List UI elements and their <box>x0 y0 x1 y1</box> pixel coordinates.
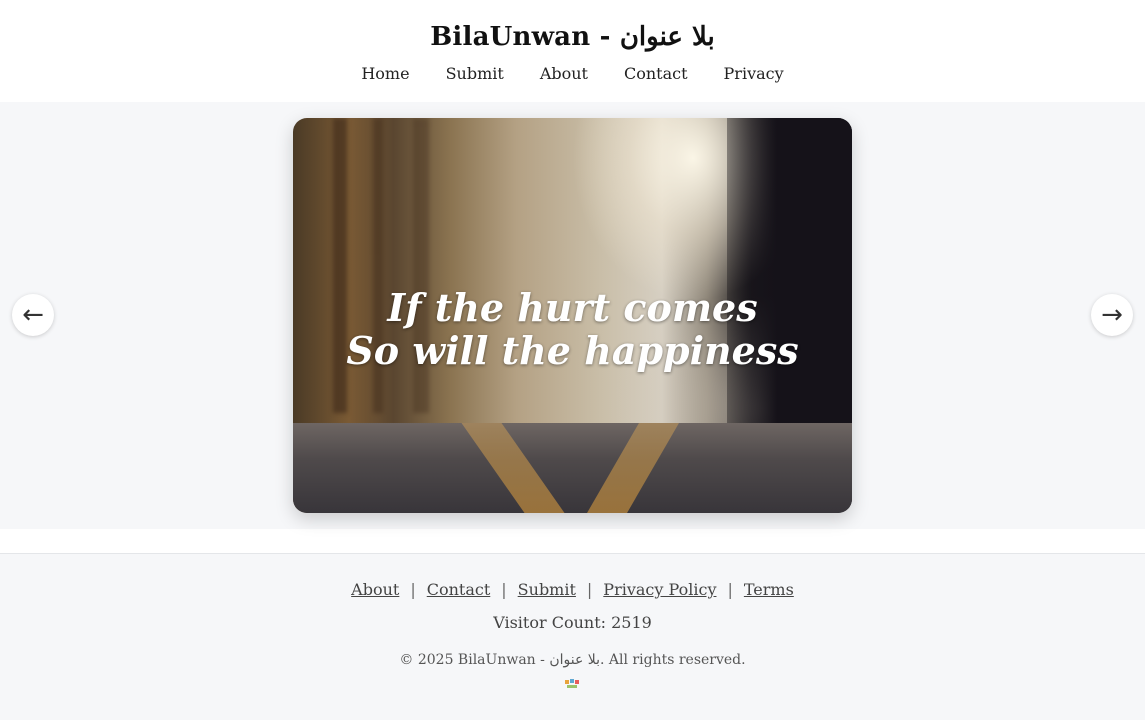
nav-home[interactable]: Home <box>361 64 409 83</box>
quote-line-2: So will the happiness <box>346 328 799 373</box>
nav-contact[interactable]: Contact <box>624 64 688 83</box>
slide-quote: If the hurt comes So will the happiness <box>293 286 852 372</box>
main-nav: Home Submit About Contact Privacy <box>0 64 1145 83</box>
arrow-left-icon: ← <box>22 300 44 330</box>
road <box>293 423 852 513</box>
slide-image: If the hurt comes So will the happiness <box>293 118 852 513</box>
separator: | <box>586 580 593 599</box>
site-footer: About | Contact | Submit | Privacy Policy | Term… <box>0 553 1145 720</box>
prev-arrow-button[interactable]: ← <box>12 294 54 336</box>
arrow-right-icon: → <box>1101 300 1123 330</box>
footer-link-privacy-policy[interactable]: Privacy Policy <box>603 580 716 599</box>
separator: | <box>501 580 507 599</box>
nav-privacy[interactable]: Privacy <box>724 64 784 83</box>
next-arrow-button[interactable]: → <box>1091 294 1133 336</box>
nav-submit[interactable]: Submit <box>446 64 504 83</box>
footer-link-contact[interactable]: Contact <box>427 580 491 599</box>
badge-icon <box>565 679 579 688</box>
footer-link-terms[interactable]: Terms <box>744 580 794 599</box>
footer-link-about[interactable]: About <box>351 580 399 599</box>
footer-link-submit[interactable]: Submit <box>518 580 576 599</box>
quote-line-1: If the hurt comes <box>387 285 758 330</box>
forest-shadow <box>727 118 852 428</box>
site-title[interactable]: BilaUnwan - بلا عنوان <box>0 22 1145 52</box>
visitor-count: Visitor Count: 2519 <box>493 613 652 632</box>
separator: | <box>410 580 416 599</box>
site-header: BilaUnwan - بلا عنوان Home Submit About … <box>0 0 1145 102</box>
image-slider: If the hurt comes So will the happiness … <box>0 102 1145 529</box>
footer-links: About | Contact | Submit | Privacy Policy | Term… <box>0 580 1145 599</box>
separator: | <box>727 580 733 599</box>
nav-about[interactable]: About <box>540 64 588 83</box>
copyright-text: © 2025 BilaUnwan - بلا عنوان. All rights… <box>399 652 746 668</box>
